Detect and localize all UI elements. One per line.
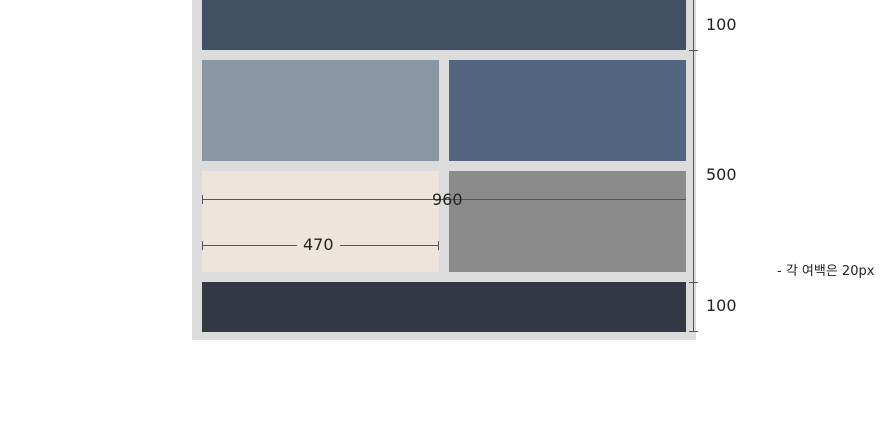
- width-960-label: 960: [432, 190, 463, 209]
- content-top-right-block: [449, 60, 686, 161]
- width-470-left-tick: [202, 241, 203, 250]
- height-content-label: 500: [706, 165, 737, 184]
- width-470-right-tick: [438, 241, 439, 250]
- height-footer-label: 100: [706, 296, 737, 315]
- width-960-left-tick: [202, 195, 203, 204]
- height-tick-100-bottom: [689, 50, 698, 51]
- height-tick-500-bottom: [689, 282, 698, 283]
- margin-note: - 각 여백은 20px: [777, 264, 875, 279]
- height-header-label: 100: [706, 15, 737, 34]
- content-top-left-block: [202, 60, 439, 161]
- height-tick-footer-bottom: [689, 331, 698, 332]
- footer-block: [202, 282, 686, 332]
- width-470-label: 470: [297, 236, 340, 254]
- content-bottom-left-block: [202, 171, 439, 272]
- content-bottom-right-block: [449, 171, 686, 272]
- header-block: [202, 0, 686, 50]
